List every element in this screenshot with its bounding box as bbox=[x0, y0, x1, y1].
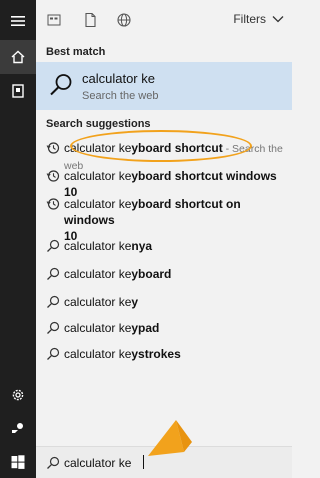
history-icon bbox=[46, 141, 60, 155]
search-icon bbox=[46, 295, 60, 309]
search-icon bbox=[46, 321, 60, 335]
chevron-down-icon bbox=[272, 16, 284, 23]
search-icon bbox=[46, 239, 60, 253]
home-button[interactable] bbox=[0, 40, 36, 74]
suggestion-completion: yboard bbox=[131, 267, 172, 281]
left-sidebar bbox=[0, 0, 36, 478]
search-suggestions-heading: Search suggestions bbox=[46, 118, 151, 130]
feedback-button[interactable] bbox=[0, 412, 36, 446]
suggestion-prefix: calculator ke bbox=[64, 197, 132, 211]
suggestion-item[interactable]: calculator keyboard shortcut windows 10 bbox=[36, 164, 292, 199]
apps-filter-button[interactable] bbox=[46, 12, 62, 28]
suggestion-item[interactable]: calculator keyboard bbox=[36, 262, 292, 286]
suggestion-prefix: calculator ke bbox=[64, 239, 132, 253]
best-match-heading: Best match bbox=[46, 46, 106, 58]
suggestion-prefix: calculator ke bbox=[64, 321, 132, 335]
hamburger-menu-button[interactable] bbox=[0, 4, 36, 38]
search-input[interactable] bbox=[64, 453, 274, 473]
web-icon bbox=[117, 13, 131, 27]
suggestion-item[interactable]: calculator kenya bbox=[36, 234, 292, 258]
filters-label: Filters bbox=[233, 12, 266, 26]
history-icon bbox=[46, 197, 60, 211]
hamburger-icon bbox=[11, 16, 25, 26]
search-icon bbox=[50, 74, 72, 96]
apps-icon bbox=[47, 14, 61, 26]
search-box[interactable] bbox=[36, 446, 292, 478]
notebook-button[interactable] bbox=[0, 74, 36, 108]
history-icon bbox=[46, 169, 60, 183]
suggestion-item[interactable]: calculator key bbox=[36, 290, 292, 314]
suggestion-prefix: calculator ke bbox=[64, 141, 132, 155]
suggestion-prefix: calculator ke bbox=[64, 169, 132, 183]
documents-icon bbox=[85, 12, 96, 28]
suggestion-prefix: calculator ke bbox=[64, 347, 132, 361]
search-filter-bar: Filters bbox=[36, 0, 292, 40]
suggestion-completion: yboard shortcut bbox=[131, 141, 223, 155]
feedback-icon bbox=[12, 423, 23, 435]
best-match-title: calculator ke bbox=[82, 71, 155, 86]
best-match-result[interactable]: calculator ke Search the web bbox=[36, 62, 292, 110]
suggestion-prefix: calculator ke bbox=[64, 295, 132, 309]
notebook-icon bbox=[12, 84, 24, 98]
start-button[interactable] bbox=[0, 446, 36, 478]
suggestion-prefix: calculator ke bbox=[64, 267, 132, 281]
suggestion-item[interactable]: calculator keyboard shortcut - Search th… bbox=[36, 136, 292, 172]
suggestion-completion: ystrokes bbox=[131, 347, 181, 361]
suggestion-item[interactable]: calculator keypad bbox=[36, 316, 292, 340]
suggestion-item[interactable]: calculator keystrokes bbox=[36, 342, 292, 366]
settings-icon bbox=[12, 389, 24, 401]
documents-filter-button[interactable] bbox=[82, 12, 98, 28]
settings-button[interactable] bbox=[0, 378, 36, 412]
text-cursor bbox=[143, 455, 144, 469]
search-icon bbox=[46, 456, 60, 470]
suggestion-completion: nya bbox=[131, 239, 153, 253]
web-filter-button[interactable] bbox=[116, 12, 132, 28]
suggestion-item[interactable]: calculator keyboard shortcut on windows 1… bbox=[36, 192, 292, 243]
search-icon bbox=[46, 347, 60, 361]
filters-dropdown[interactable]: Filters bbox=[233, 12, 284, 26]
windows-start-icon bbox=[11, 455, 25, 469]
best-match-subtitle: Search the web bbox=[82, 90, 159, 102]
home-icon bbox=[11, 50, 25, 64]
suggestion-completion: y bbox=[131, 295, 139, 309]
search-icon bbox=[46, 267, 60, 281]
suggestion-completion: ypad bbox=[131, 321, 160, 335]
search-results-panel: Filters Best match calculator ke Search … bbox=[36, 0, 292, 478]
